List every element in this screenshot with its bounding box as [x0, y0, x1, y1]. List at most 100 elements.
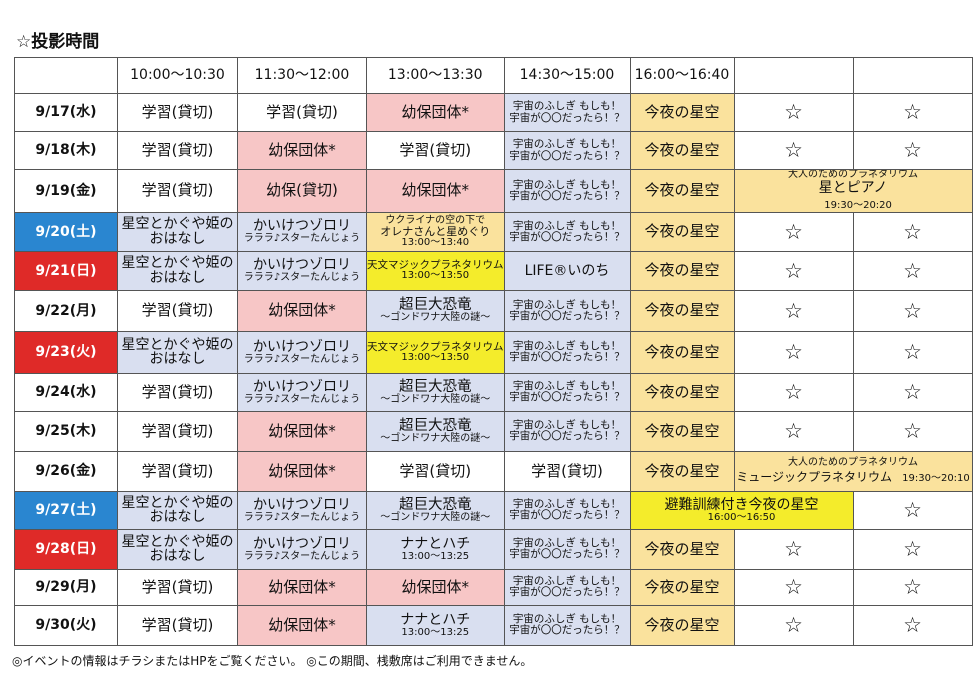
program-cell: 宇宙のふしぎ もしも！ 宇宙が〇〇だったら！？: [503, 330, 631, 374]
header-cell: 11:30～12:00: [237, 57, 367, 94]
program-cell: 幼保団体*: [237, 604, 367, 646]
program-line: 星空とかぐや姫の: [121, 533, 234, 550]
program-cell: 幼保団体*: [237, 289, 367, 332]
page-title: ☆投影時間: [16, 32, 100, 52]
program-cell: 今夜の星空: [629, 169, 735, 213]
program-cell: 宇宙のふしぎ もしも！ 宇宙が〇〇だったら！？: [503, 568, 631, 606]
program-line: 宇宙が〇〇だったら！？: [509, 111, 625, 124]
star-icon: ☆: [733, 131, 854, 170]
program-cell: 宇宙のふしぎ もしも！ 宇宙が〇〇だったら！？: [503, 169, 631, 213]
star-icon: ☆: [852, 604, 973, 646]
program-line: かいけつゾロリ: [253, 218, 351, 235]
table-row: 9/27(土) 星空とかぐや姫の おはなし かいけつゾロリ ラララ♪スターたんじょう…: [14, 490, 973, 530]
program-line: ラララ♪スターたんじょう: [243, 511, 361, 523]
program-cell: 宇宙のふしぎ もしも！ 宇宙が〇〇だったら！？: [503, 211, 631, 252]
program-line: ナナとハチ: [400, 535, 471, 552]
program-line: かいけつゾロリ: [253, 496, 351, 513]
program-line: ラララ♪スターたんじょう: [243, 393, 361, 405]
program-cell: 幼保団体*: [237, 410, 367, 452]
date-cell: 9/28(日): [14, 528, 118, 570]
program-line: 超巨大恐竜: [399, 417, 472, 434]
event-subtitle: 大人のためのプラネタリウム: [788, 456, 918, 468]
event-time: 19:30～20:10: [902, 473, 970, 485]
program-cell: かいけつゾロリ ラララ♪スターたんじょう: [237, 372, 367, 412]
table-row: 9/24(水) 学習(貸切) かいけつゾロリ ラララ♪スターたんじょう 超巨大恐竜…: [14, 372, 973, 412]
program-line: 宇宙が〇〇だったら！？: [509, 351, 625, 364]
program-cell: 超巨大恐竜 ～ゴンドワナ大陸の謎～: [366, 490, 505, 530]
program-line: 星空とかぐや姫の: [121, 336, 234, 353]
program-cell: 学習(貸切): [237, 93, 367, 132]
program-line: 宇宙が〇〇だったら！？: [509, 230, 625, 243]
date-cell: 9/20(土): [14, 211, 118, 252]
program-cell: 幼保団体*: [237, 568, 367, 606]
program-line: ラララ♪スターたんじょう: [243, 233, 361, 245]
program-cell: 学習(貸切): [117, 289, 238, 332]
program-cell: 宇宙のふしぎ もしも！ 宇宙が〇〇だったら！？: [503, 131, 631, 170]
table-row: 9/29(月) 学習(貸切) 幼保団体* 幼保団体* 宇宙のふしぎ もしも！ 宇宙…: [14, 568, 973, 606]
program-line: 宇宙が〇〇だったら！？: [509, 624, 625, 637]
header-cell: 16:00～16:40: [629, 57, 735, 94]
event-time: 19:30～20:20: [824, 200, 892, 212]
header-cell: [733, 57, 854, 94]
program-line: ～ゴンドワナ大陸の謎～: [380, 312, 491, 324]
star-icon: ☆: [852, 250, 973, 291]
program-cell: 学習(貸切): [117, 93, 238, 132]
program-line: おはなし: [149, 351, 206, 368]
star-icon: ☆: [852, 410, 973, 452]
table-row: 9/22(月) 学習(貸切) 幼保団体* 超巨大恐竜 ～ゴンドワナ大陸の謎～ 宇宙…: [14, 289, 973, 332]
date-cell: 9/24(水): [14, 372, 118, 412]
table-row: 9/26(金) 学習(貸切) 幼保団体* 学習(貸切) 学習(貸切) 今夜の星空…: [14, 450, 973, 492]
table-row: 9/23(火) 星空とかぐや姫の おはなし かいけつゾロリ ラララ♪スターたんじょう…: [14, 330, 973, 374]
program-line: 宇宙が〇〇だったら！？: [509, 548, 625, 561]
program-line: 宇宙が〇〇だったら！？: [509, 309, 625, 322]
date-cell: 9/19(金): [14, 169, 118, 213]
program-line: 宇宙のふしぎ もしも！: [512, 138, 622, 151]
program-cell: 今夜の星空: [629, 410, 735, 452]
program-line: 星空とかぐや姫の: [121, 216, 234, 233]
event-title: ミュージックプラネタリウム: [736, 470, 892, 485]
footnote: ◎イベントの情報はチラシまたはHPをご覧ください。 ◎この期間、桟敷席はご利用で…: [12, 654, 533, 668]
program-cell: 学習(貸切): [366, 450, 505, 492]
program-line: ～ゴンドワナ大陸の謎～: [380, 432, 491, 444]
program-cell: 学習(貸切): [117, 169, 238, 213]
program-cell: ナナとハチ 13:00～13:25: [366, 528, 505, 570]
star-icon: ☆: [852, 528, 973, 570]
star-icon: ☆: [733, 330, 854, 374]
program-line: ラララ♪スターたんじょう: [243, 272, 361, 284]
program-time: 13:00～13:25: [401, 626, 470, 638]
program-cell: LIFE®いのち: [503, 250, 631, 291]
program-line: かいけつゾロリ: [253, 257, 351, 274]
program-line: ～ゴンドワナ大陸の謎～: [380, 393, 491, 405]
table-row: 9/20(土) 星空とかぐや姫の おはなし かいけつゾロリ ラララ♪スターたんじょう…: [14, 211, 973, 252]
table-row: 9/19(金) 学習(貸切) 幼保(貸切) 幼保団体* 宇宙のふしぎ もしも！宇…: [14, 169, 973, 213]
program-line: 宇宙が〇〇だったら！？: [509, 509, 625, 522]
program-cell: 超巨大恐竜 ～ゴンドワナ大陸の謎～: [366, 372, 505, 412]
table-row: 9/18(木) 学習(貸切) 幼保団体* 学習(貸切) 宇宙のふしぎ もしも！宇…: [14, 131, 973, 170]
program-line: ラララ♪スターたんじょう: [243, 550, 361, 562]
program-cell: 今夜の星空: [629, 604, 735, 646]
table-row: 9/28(日) 星空とかぐや姫の おはなし かいけつゾロリ ラララ♪スターたんじょう…: [14, 528, 973, 570]
date-cell: 9/26(金): [14, 450, 118, 492]
program-cell: 宇宙のふしぎ もしも！ 宇宙が〇〇だったら！？: [503, 372, 631, 412]
program-cell: ウクライナの空の下で オレナさんと星めぐり 13:00～13:40: [366, 211, 505, 252]
program-line: おはなし: [149, 548, 206, 565]
event-cell: 避難訓練付き今夜の星空 16:00～16:50: [629, 490, 854, 530]
program-cell: 学習(貸切): [117, 604, 238, 646]
program-cell: 超巨大恐竜 ～ゴンドワナ大陸の謎～: [366, 410, 505, 452]
program-time: 13:00～13:25: [401, 550, 470, 562]
event-cell: 大人のためのプラネタリウム 星とピアノ 19:30～20:20: [733, 169, 973, 213]
table-row: 9/25(木) 学習(貸切) 幼保団体* 超巨大恐竜 ～ゴンドワナ大陸の謎～ 宇宙…: [14, 410, 973, 452]
program-line: 宇宙が〇〇だったら！？: [509, 189, 625, 202]
program-line: ラララ♪スターたんじょう: [243, 353, 361, 365]
star-icon: ☆: [852, 372, 973, 412]
program-cell: 学習(貸切): [117, 568, 238, 606]
program-cell: 天文マジックプラネタリウム 13:00～13:50: [366, 330, 505, 374]
date-cell: 9/27(土): [14, 490, 118, 530]
program-cell: 星空とかぐや姫の おはなし: [117, 250, 238, 291]
program-cell: 学習(貸切): [117, 410, 238, 452]
star-icon: ☆: [733, 372, 854, 412]
date-cell: 9/25(木): [14, 410, 118, 452]
program-cell: 幼保団体*: [237, 450, 367, 492]
header-cell: [852, 57, 973, 94]
program-line: 宇宙が〇〇だったら！？: [509, 430, 625, 443]
